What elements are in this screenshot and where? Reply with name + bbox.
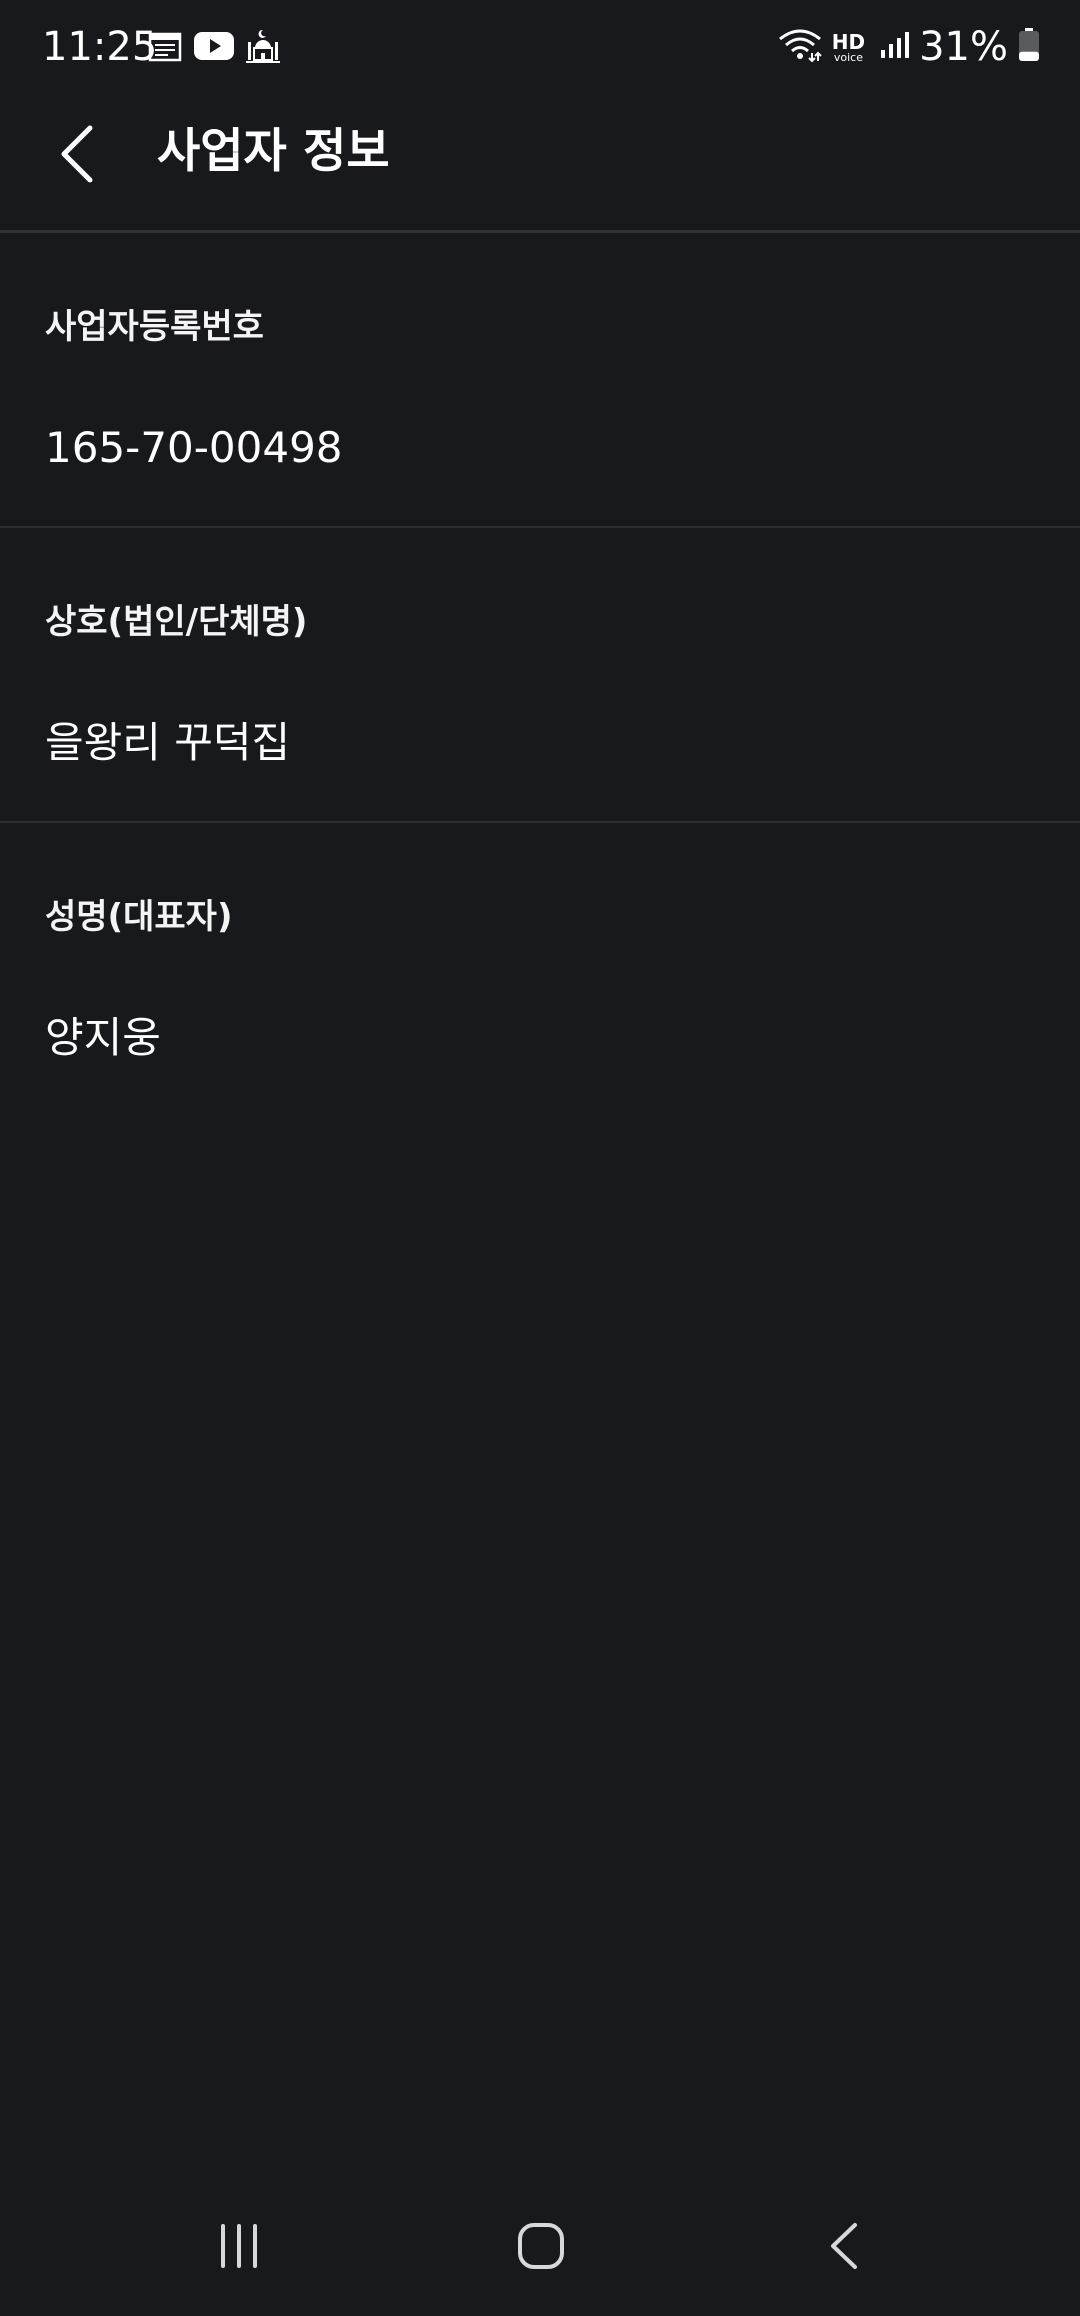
representative-label: 성명(대표자) xyxy=(45,897,233,937)
home-icon xyxy=(517,2222,565,2274)
business-name-label: 상호(법인/단체명) xyxy=(45,602,308,642)
page-title: 사업자 정보 xyxy=(157,124,390,179)
info-section-representative: 성명(대표자) 양지웅 xyxy=(0,823,1080,1116)
app-header: 사업자 정보 xyxy=(0,96,1080,233)
hd-voice-icon: HD voice xyxy=(832,32,865,63)
mosque-icon xyxy=(246,28,280,68)
recents-icon xyxy=(215,2222,263,2274)
navigation-bar xyxy=(0,2196,1080,2316)
battery-percent: 31% xyxy=(919,24,1008,70)
back-button[interactable] xyxy=(40,118,116,194)
youtube-icon xyxy=(194,31,234,65)
voice-label: voice xyxy=(833,50,863,64)
chevron-left-icon xyxy=(58,124,98,188)
screen: 11:25 HD voice 31% 사업자 정보 사업자등록번호 165-70… xyxy=(0,0,1080,2316)
home-button[interactable] xyxy=(496,2216,586,2280)
business-name-value: 을왕리 꾸덕집 xyxy=(45,718,291,767)
representative-value: 양지웅 xyxy=(45,1013,161,1062)
info-section-business-name: 상호(법인/단체명) 을왕리 꾸덕집 xyxy=(0,528,1080,823)
registration-number-label: 사업자등록번호 xyxy=(45,307,264,347)
hd-label: HD xyxy=(831,29,866,54)
status-bar: 11:25 HD voice 31% xyxy=(0,0,1080,96)
status-time: 11:25 xyxy=(42,24,158,70)
registration-number-value: 165-70-00498 xyxy=(45,423,343,472)
business-info-list: 사업자등록번호 165-70-00498 상호(법인/단체명) 을왕리 꾸덕집 … xyxy=(0,233,1080,1116)
info-section-registration-number: 사업자등록번호 165-70-00498 xyxy=(0,233,1080,528)
back-icon xyxy=(821,2222,869,2274)
calendar-icon xyxy=(148,30,182,66)
notification-icons xyxy=(148,28,280,68)
system-back-button[interactable] xyxy=(800,2216,890,2280)
status-right: HD voice 31% xyxy=(778,22,1040,72)
wifi-icon xyxy=(778,27,822,67)
recents-button[interactable] xyxy=(194,2216,284,2280)
battery-icon xyxy=(1018,28,1040,66)
signal-icon xyxy=(879,30,910,64)
